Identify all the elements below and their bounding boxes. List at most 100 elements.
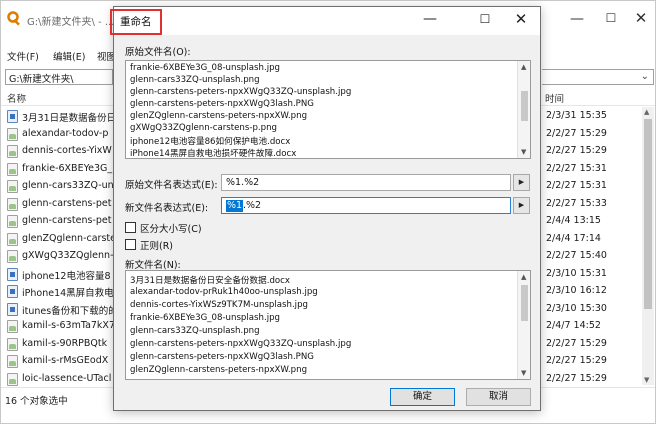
original-files-scrollbar[interactable]: ▲ ▼ [517,61,530,158]
file-name: gXWgQ33ZQglenn- [22,250,114,261]
file-time: 2/2/27 15:29 [546,145,607,156]
rename-dialog-title: 重命名 [120,16,152,28]
doc-file-icon [7,285,18,298]
file-name: itunes备份和下载的的 [22,305,114,317]
image-file-icon [7,180,18,193]
close-icon[interactable]: ✕ [632,9,650,27]
list-item[interactable]: glenn-carstens-peters-npxXWgQ33ZQ-unspla… [130,87,351,97]
list-item[interactable]: gXWgQ33ZQglenn-carstens-p.png [130,123,277,133]
doc-file-icon [7,302,18,316]
list-item[interactable]: iphone12电池容量86如何保护电池.docx [130,135,290,147]
scroll-down-icon[interactable]: ▼ [521,148,526,156]
new-files-scrollbar[interactable]: ▲ ▼ [517,271,530,379]
file-time: 2/3/10 15:31 [546,267,607,279]
case-sensitive-label[interactable]: 区分大小写(C) [140,221,202,235]
scrollbar-thumb[interactable] [521,91,528,121]
file-time: 2/3/10 16:12 [546,285,607,296]
file-time: 2/2/27 15:29 [546,355,607,366]
rename-dialog: 重命名 — ☐ ✕ 原始文件名(O): frankie-6XBEYe3G_08-… [110,6,541,411]
original-files-list[interactable]: frankie-6XBEYe3G_08-unsplash.jpg glenn-c… [125,60,531,159]
file-time: 2/3/31 15:35 [546,110,607,121]
scroll-up-icon[interactable]: ▲ [521,273,526,281]
file-time: 2/2/27 15:31 [546,162,607,174]
file-time: 2/2/27 15:29 [546,127,607,139]
scrollbar-thumb[interactable] [644,119,652,309]
minimize-icon[interactable]: — [568,11,586,29]
list-item[interactable]: glenn-carstens-peters-npxXWgQ3lash.PNG [130,99,314,109]
maximize-icon[interactable]: ☐ [476,12,494,30]
address-bar-end[interactable]: ⌄ [542,69,654,85]
image-file-icon [7,250,18,263]
cancel-button[interactable]: 取消 [466,388,531,406]
list-item[interactable]: glenn-cars33ZQ-unsplash.png [130,75,260,85]
new-files-label: 新文件名(N): [125,260,181,271]
new-expr-rest: .%2 [243,200,262,211]
address-bar[interactable]: G:\新建文件夹\ [5,69,113,85]
scroll-up-icon[interactable]: ▲ [521,63,526,71]
maximize-icon[interactable]: ☐ [602,11,620,29]
list-item[interactable]: frankie-6XBEYe3G_08-unsplash.jpg [130,313,280,323]
list-item[interactable]: frankie-6XBEYe3G_08-unsplash.jpg [130,63,280,73]
case-sensitive-checkbox[interactable] [125,222,136,233]
list-item[interactable]: glenn-cars33ZQ-unsplash.png [130,326,260,336]
play-arrow-icon: ▶ [518,201,525,209]
ok-button[interactable]: 确定 [390,388,455,406]
image-file-icon [7,197,18,211]
new-expr-label: 新文件名表达式(E): [125,203,209,214]
file-name: loic-lassence-UTacl [22,372,112,384]
scroll-down-icon[interactable]: ▼ [644,376,649,384]
list-item[interactable]: glenZQglenn-carstens-peters-npxXW.png [130,365,307,375]
play-arrow-icon: ▶ [518,178,525,186]
file-time: 2/2/27 15:40 [546,250,607,261]
scroll-down-icon[interactable]: ▼ [521,369,526,377]
list-item[interactable]: iPhone14黑屏自救电池损坏硬件故障.docx [130,147,296,158]
original-expr-arrow-button[interactable]: ▶ [513,174,530,191]
file-name: kamil-s-90RPBQtk [22,337,108,349]
list-item[interactable]: glenn-carstens-peters-npxXWgQ33ZQ-unspla… [130,339,351,349]
image-file-icon [7,320,18,333]
app-key-icon [7,11,20,26]
regex-label[interactable]: 正则(R) [140,238,173,252]
file-name: glenn-carstens-pet [22,215,112,226]
regex-checkbox[interactable] [125,239,136,250]
file-time: 2/2/27 15:29 [546,337,607,349]
image-file-icon [7,355,18,368]
column-name[interactable]: 名称 [7,91,26,105]
file-name: frankie-6XBEYe3G_ [22,162,113,174]
file-name: kamil-s-rMsGEodX [22,355,109,366]
chevron-down-icon[interactable]: ⌄ [641,71,649,82]
original-expr-text[interactable] [222,175,510,190]
original-expr-label: 原始文件名表达式(E): [125,180,218,191]
file-name: dennis-cortes-YixW [22,145,112,156]
file-time: 2/2/27 15:33 [546,197,607,209]
doc-file-icon [7,267,18,281]
new-files-list[interactable]: 3月31日是数据备份日安全备份数据.docx alexandar-todov-p… [125,270,531,380]
image-file-icon [7,127,18,141]
image-file-icon [7,162,18,176]
new-expr-input[interactable]: %1 .%2 [221,197,511,214]
original-expr-input[interactable] [221,174,511,191]
list-item[interactable]: dennis-cortes-YixWSz9TK7M-unsplash.jpg [130,300,308,310]
file-name: glenn-carstens-pet [22,197,112,209]
list-item[interactable]: alexandar-todov-prRuk1h40oo-unsplash.jpg [130,287,318,297]
file-name: glenn-cars33ZQ-un [22,180,114,191]
original-files-label: 原始文件名(O): [125,47,191,58]
menu-edit[interactable]: 编辑(E) [53,49,85,63]
list-item[interactable]: glenn-carstens-peters-npxXWgQ3lash.PNG [130,352,314,362]
file-list-scrollbar[interactable]: ▲ ▼ [642,107,654,385]
scrollbar-thumb[interactable] [521,285,528,321]
column-time[interactable]: 时间 [545,91,564,105]
minimize-icon[interactable]: — [421,11,439,29]
file-name: 3月31日是数据备份日 [22,113,114,124]
list-item[interactable]: 3月31日是数据备份日安全备份数据.docx [130,274,290,286]
file-name: glenZQglenn-carste [22,232,114,244]
close-icon[interactable]: ✕ [512,10,530,28]
list-item[interactable]: glenZQglenn-carstens-peters-npxXW.png [130,111,307,121]
scroll-up-icon[interactable]: ▲ [644,108,649,116]
file-time: 2/4/4 13:15 [546,215,601,226]
new-expr-arrow-button[interactable]: ▶ [513,197,530,214]
doc-file-icon [7,110,18,123]
file-time: 2/3/10 15:30 [546,302,607,314]
menu-file[interactable]: 文件(F) [7,49,39,63]
new-expr-selection: %1 [226,200,244,212]
